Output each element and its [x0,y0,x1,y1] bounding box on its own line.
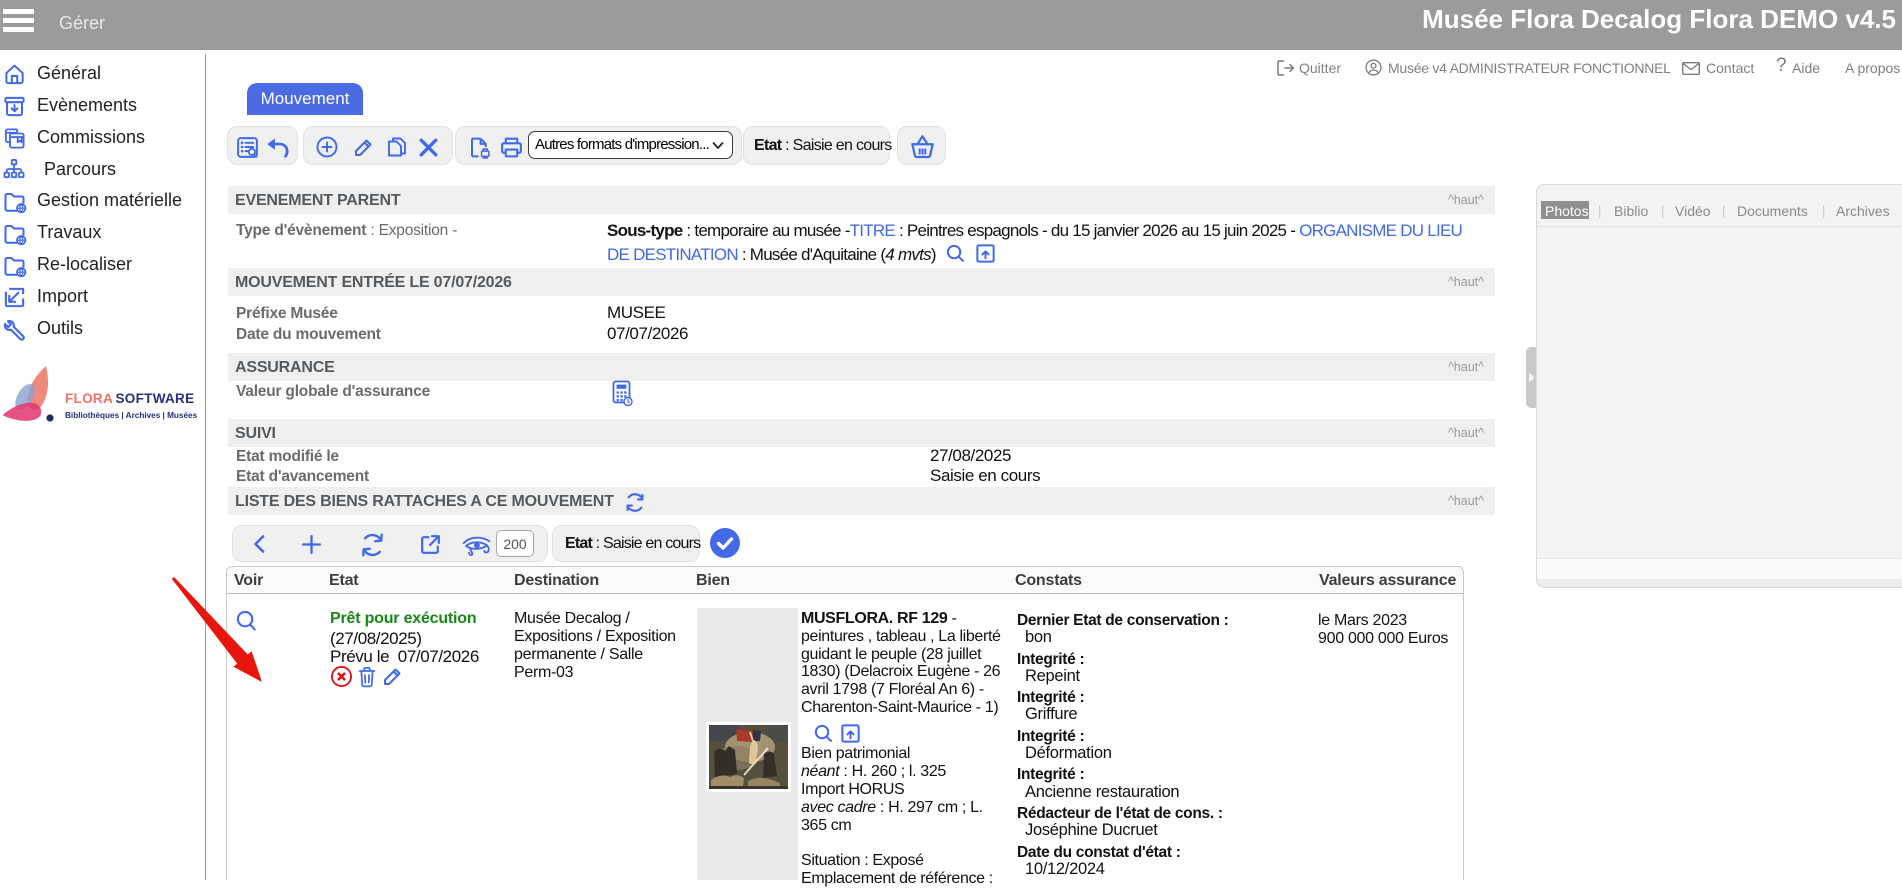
svg-text:Bibliothèques | Archives | Mus: Bibliothèques | Archives | Musées [65,411,198,420]
svg-text:FLORA: FLORA [65,391,113,406]
svg-text:SOFTWARE: SOFTWARE [116,391,195,406]
